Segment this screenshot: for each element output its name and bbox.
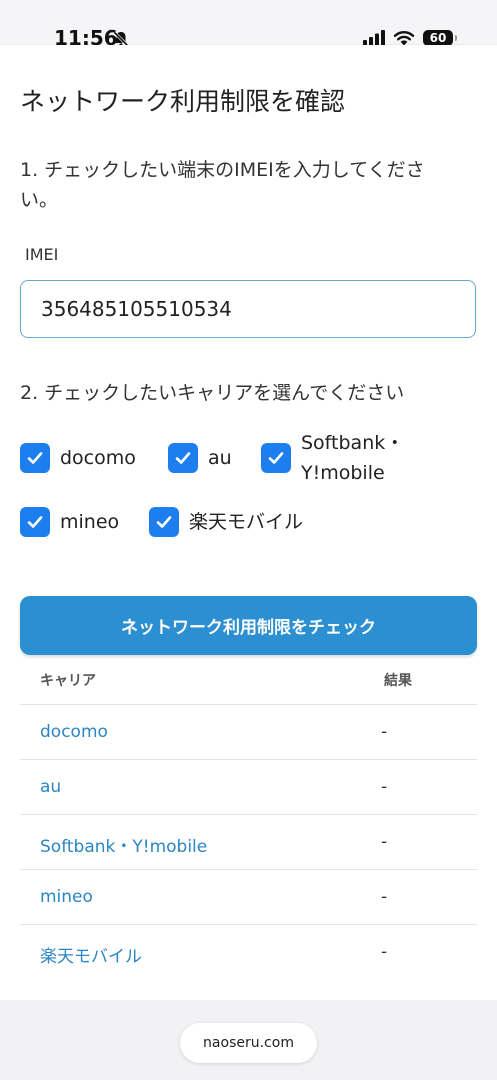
carrier-link[interactable]: docomo <box>40 722 108 742</box>
carrier-checkbox-label: mineo <box>60 511 120 533</box>
table-row: au - <box>20 760 477 815</box>
result-value: - <box>381 887 388 907</box>
checkbox-checked-icon <box>168 443 198 473</box>
carrier-link[interactable]: 楽天モバイル <box>40 942 142 967</box>
check-network-restriction-button[interactable]: ネットワーク利用制限をチェック <box>20 596 477 655</box>
battery-level: 60 <box>429 31 447 45</box>
carrier-label-line1: Softbank・ <box>301 432 405 454</box>
carrier-checkbox-label: Softbank・ Y!mobile <box>301 428 404 488</box>
step1-instruction: 1. チェックしたい端末のIMEIを入力してください。 <box>20 159 425 211</box>
result-value: - <box>381 722 388 742</box>
carrier-link[interactable]: Softbank・Y!mobile <box>40 832 207 857</box>
wifi-icon <box>393 31 415 46</box>
cellular-signal-icon <box>363 30 385 46</box>
carrier-link[interactable]: mineo <box>40 887 93 907</box>
result-value: - <box>381 832 388 852</box>
carrier-checkbox-au[interactable]: au <box>168 443 232 473</box>
table-row: mineo - <box>20 870 477 925</box>
table-row: 楽天モバイル - <box>20 925 477 979</box>
main-card: ネットワーク利用制限を確認 1. チェックしたい端末のIMEIを入力してください… <box>0 45 497 1000</box>
header-carrier: キャリア <box>40 673 96 689</box>
checkbox-checked-icon <box>261 443 291 473</box>
checkbox-checked-icon <box>20 507 50 537</box>
imei-label: IMEI <box>25 245 59 264</box>
carrier-checkbox-mineo[interactable]: mineo <box>20 507 119 537</box>
status-bar: 11:56 60 <box>0 0 497 48</box>
checkbox-checked-icon <box>20 443 50 473</box>
table-header: キャリア 結果 <box>20 658 477 705</box>
table-row: Softbank・Y!mobile - <box>20 815 477 870</box>
results-table: キャリア 結果 docomo - au - Softbank・Y!mobile … <box>20 658 477 979</box>
carrier-checkbox-label: 楽天モバイル <box>189 511 304 533</box>
step2-instruction: 2. チェックしたいキャリアを選んでください <box>20 382 405 404</box>
result-value: - <box>381 942 388 962</box>
header-result: 結果 <box>384 673 412 689</box>
carrier-checkbox-label: au <box>208 447 232 469</box>
carrier-link[interactable]: au <box>40 777 61 797</box>
page-title: ネットワーク利用制限を確認 <box>20 87 346 116</box>
carrier-checkbox-softbank[interactable]: Softbank・ Y!mobile <box>261 428 404 488</box>
battery-icon: 60 <box>423 30 457 46</box>
carrier-checkbox-label: docomo <box>60 447 136 469</box>
browser-url-bar[interactable]: naoseru.com <box>180 1023 317 1063</box>
carrier-checkbox-docomo[interactable]: docomo <box>20 443 136 473</box>
table-row: docomo - <box>20 705 477 760</box>
result-value: - <box>381 777 388 797</box>
imei-input[interactable] <box>20 280 476 338</box>
checkbox-checked-icon <box>149 507 179 537</box>
carrier-label-line2: Y!mobile <box>301 462 385 484</box>
carrier-checkbox-rakuten[interactable]: 楽天モバイル <box>149 507 303 537</box>
